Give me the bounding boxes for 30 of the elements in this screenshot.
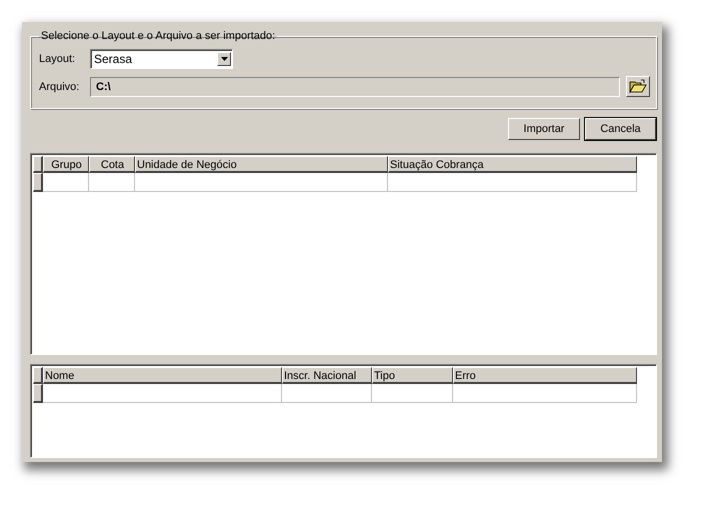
table-cell[interactable] <box>43 173 89 192</box>
header-corner <box>33 156 43 173</box>
column-header[interactable]: Unidade de Negócio <box>135 156 388 173</box>
file-path-field[interactable]: C:\ <box>90 76 620 96</box>
column-header[interactable]: Nome <box>43 367 282 384</box>
folder-icon <box>629 79 647 94</box>
column-header[interactable]: Cota <box>89 156 135 173</box>
table-cell[interactable] <box>89 173 135 192</box>
column-header[interactable]: Situação Cobrança <box>388 156 637 173</box>
layout-dropdown[interactable]: Serasa <box>90 49 233 69</box>
row-indicator[interactable] <box>33 384 43 403</box>
column-header[interactable]: Grupo <box>43 156 89 173</box>
open-file-button[interactable] <box>626 76 650 97</box>
dialog-button[interactable]: Cancela <box>585 118 656 140</box>
column-header[interactable]: Inscr. Nacional <box>282 367 372 384</box>
column-header[interactable]: Erro <box>453 367 637 384</box>
layout-label: Layout: <box>39 53 76 65</box>
table-cell[interactable] <box>135 173 388 192</box>
group-title: Selecione o Layout e o Arquivo a ser importado: <box>40 30 276 42</box>
row-indicator[interactable] <box>33 173 43 192</box>
table-cell[interactable] <box>372 384 453 403</box>
table-cell[interactable] <box>282 384 372 403</box>
file-label: Arquivo: <box>39 80 80 92</box>
dropdown-arrow-icon <box>220 57 228 61</box>
column-header[interactable]: Tipo <box>372 367 453 384</box>
table-cell[interactable] <box>388 173 637 192</box>
header-corner <box>33 367 43 384</box>
table-cell[interactable] <box>453 384 637 403</box>
dialog-button[interactable]: Importar <box>508 118 580 140</box>
table-cell[interactable] <box>43 384 282 403</box>
